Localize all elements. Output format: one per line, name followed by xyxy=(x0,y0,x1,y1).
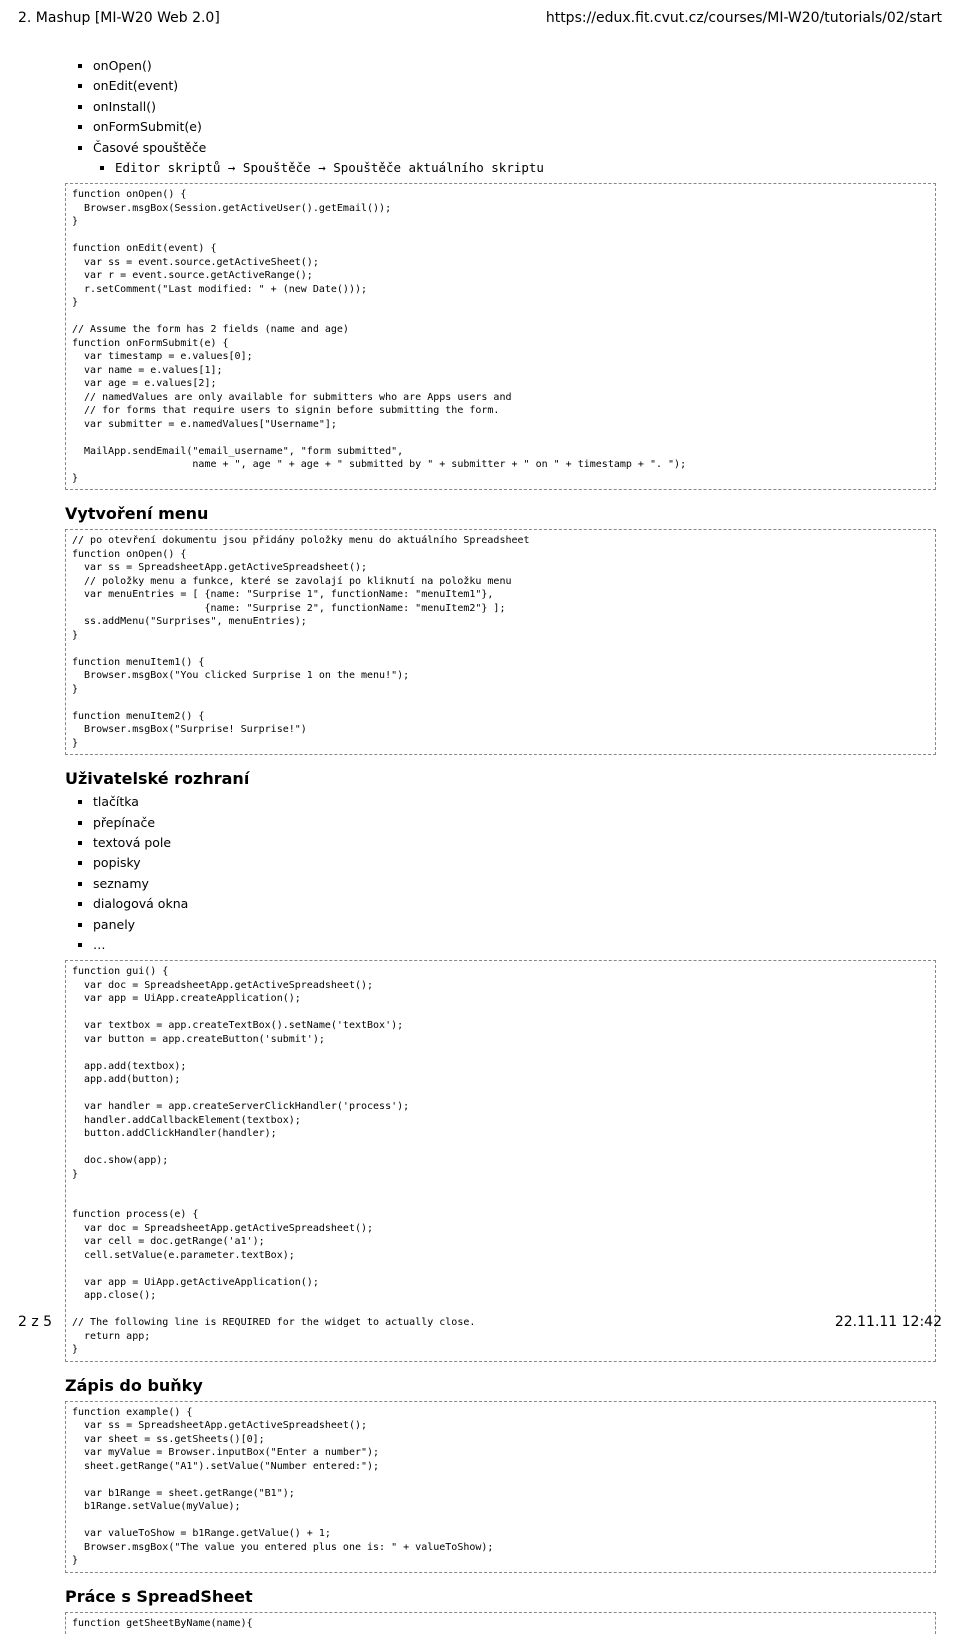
section-heading-ui: Uživatelské rozhraní xyxy=(65,769,936,788)
code-block-spreadsheet: function getSheetByName(name){ xyxy=(65,1612,936,1634)
section-heading-spreadsheet: Práce s SpreadSheet xyxy=(65,1587,936,1606)
code-block-cell: function example() { var ss = Spreadshee… xyxy=(65,1401,936,1573)
list-item: přepínače xyxy=(93,813,936,832)
list-item: onEdit(event) xyxy=(93,76,936,95)
print-footer-date: 22.11.11 12:42 xyxy=(835,1314,942,1330)
code-block-gui: function gui() { var doc = SpreadsheetAp… xyxy=(65,960,936,1362)
list-item: onFormSubmit(e) xyxy=(93,117,936,136)
list-item-label: Časové spouštěče xyxy=(93,140,206,155)
print-header-title: 2. Mashup [MI-W20 Web 2.0] xyxy=(18,10,220,26)
list-item: dialogová okna xyxy=(93,894,936,913)
list-item: panely xyxy=(93,915,936,934)
list-item: seznamy xyxy=(93,874,936,893)
ui-list: tlačítka přepínače textová pole popisky … xyxy=(65,792,936,954)
page-content: onOpen() onEdit(event) onInstall() onFor… xyxy=(65,55,936,1634)
list-item: popisky xyxy=(93,853,936,872)
code-block-triggers: function onOpen() { Browser.msgBox(Sessi… xyxy=(65,183,936,490)
list-item: Editor skriptů → Spouštěče → Spouštěče a… xyxy=(115,158,936,177)
code-block-menu: // po otevření dokumentu jsou přidány po… xyxy=(65,529,936,755)
list-item: textová pole xyxy=(93,833,936,852)
print-footer-page: 2 z 5 xyxy=(18,1314,52,1330)
page: 2. Mashup [MI-W20 Web 2.0] https://edux.… xyxy=(0,0,960,1338)
list-item: tlačítka xyxy=(93,792,936,811)
print-header-url: https://edux.fit.cvut.cz/courses/MI-W20/… xyxy=(546,10,942,26)
list-item: onOpen() xyxy=(93,56,936,75)
section-heading-cell: Zápis do buňky xyxy=(65,1376,936,1395)
list-item: onInstall() xyxy=(93,97,936,116)
list-item: Časové spouštěče Editor skriptů → Spoušt… xyxy=(93,138,936,178)
section-heading-menu: Vytvoření menu xyxy=(65,504,936,523)
trigger-list: onOpen() onEdit(event) onInstall() onFor… xyxy=(65,56,936,177)
list-item: … xyxy=(93,935,936,954)
